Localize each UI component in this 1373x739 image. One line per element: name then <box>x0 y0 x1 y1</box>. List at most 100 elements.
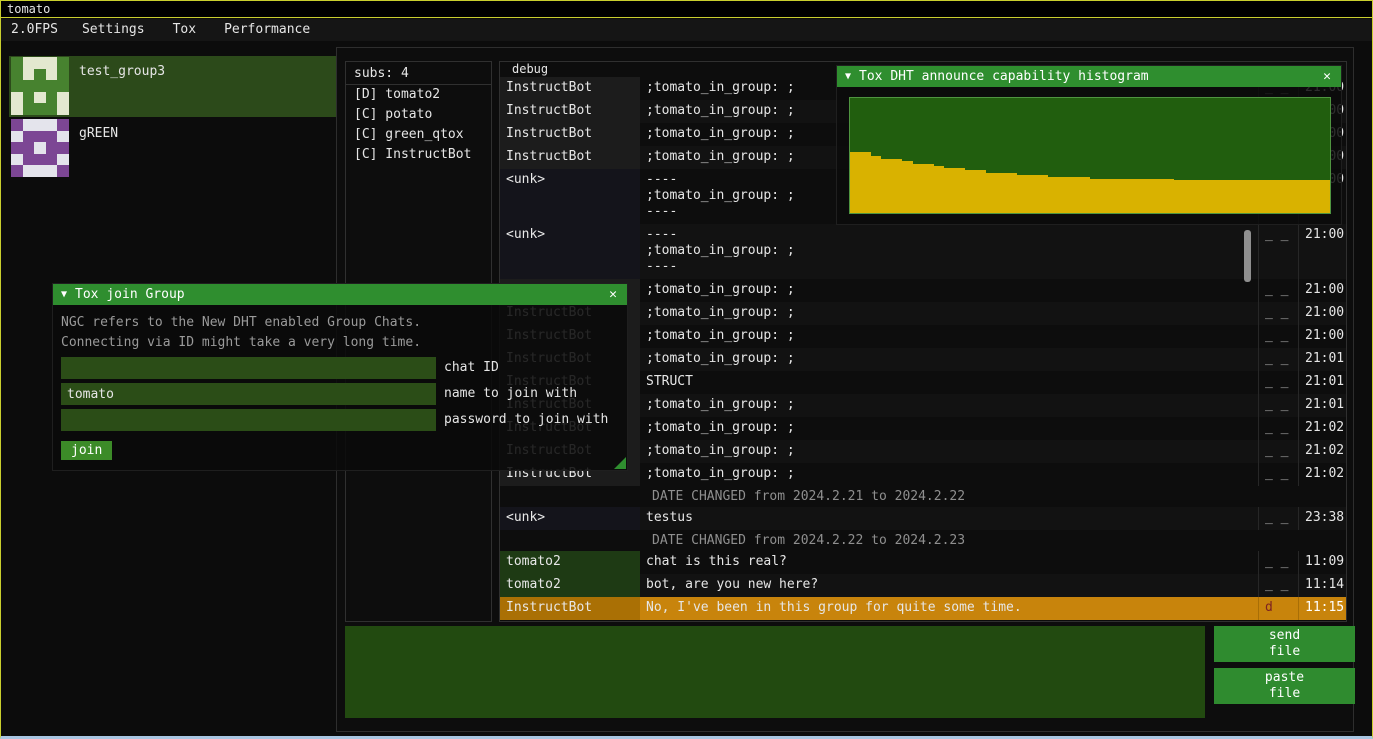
chat-message-text: testus <box>640 507 1258 530</box>
chat-message-text: STRUCT <box>640 371 1258 394</box>
chat-author: InstructBot <box>500 100 640 123</box>
chat-message-text: chat is this real? <box>640 551 1258 574</box>
chat-flags: _ _ <box>1258 417 1298 440</box>
join-group-window: ▼ Tox join Group ✕ NGC refers to the New… <box>52 283 628 471</box>
chat-timestamp: 21:02 <box>1298 417 1346 440</box>
subs-header: subs: 4 <box>346 62 491 85</box>
chat-id-input[interactable] <box>61 357 436 379</box>
histogram-bar <box>1111 179 1121 214</box>
histogram-bar <box>1007 173 1017 213</box>
menubar-items: SettingsToxPerformance <box>68 19 324 41</box>
histogram-bar <box>1121 179 1131 214</box>
histogram-bar <box>1090 179 1100 214</box>
chat-timestamp: 21:01 <box>1298 348 1346 371</box>
menu-item-performance[interactable]: Performance <box>210 19 324 41</box>
chat-author: tomato2 <box>500 551 640 574</box>
chat-timestamp: 21:00 <box>1298 325 1346 348</box>
histogram-bar <box>902 161 912 213</box>
histogram-bar <box>1153 179 1163 214</box>
chat-row[interactable]: <unk>----;tomato_in_group: ;----_ _21:00 <box>500 224 1346 279</box>
chat-row[interactable]: InstructBotNo, I've been in this group f… <box>500 597 1346 620</box>
chat-flags: _ _ <box>1258 371 1298 394</box>
chat-message-text: ;tomato_in_group: ; <box>640 463 1258 486</box>
histogram-bar <box>892 159 902 213</box>
chat-author: <unk> <box>500 169 640 224</box>
chat-author: InstructBot <box>500 77 640 100</box>
group-item-gREEN[interactable]: gREEN <box>9 118 337 179</box>
chat-flags: _ _ <box>1258 348 1298 371</box>
histogram-bar <box>1257 180 1267 213</box>
join-name-input[interactable] <box>61 383 436 405</box>
histogram-bar <box>1080 177 1090 213</box>
join-password-label: password to join with <box>444 409 608 431</box>
resize-grip[interactable] <box>614 457 626 469</box>
histogram-bar <box>1299 180 1309 213</box>
chat-flags: _ _ <box>1258 302 1298 325</box>
collapse-arrow-icon[interactable]: ▼ <box>61 289 67 300</box>
histogram-bar <box>1142 179 1152 214</box>
close-icon[interactable]: ✕ <box>1321 69 1333 84</box>
histogram-bar <box>986 173 996 213</box>
histogram-bar <box>1278 180 1288 213</box>
close-icon[interactable]: ✕ <box>607 287 619 302</box>
histogram-bar <box>934 166 944 213</box>
histogram-bar <box>1226 180 1236 213</box>
histogram-bar <box>954 168 964 213</box>
chat-message-text: ;tomato_in_group: ; <box>640 440 1258 463</box>
histogram-bar <box>1268 180 1278 213</box>
message-input[interactable] <box>345 626 1205 718</box>
chat-message-text: ;tomato_in_group: ; <box>640 279 1258 302</box>
composer <box>345 626 1205 718</box>
histogram-bar <box>1174 180 1184 213</box>
subs-item[interactable]: [C] potato <box>346 105 491 125</box>
chat-timestamp: 23:38 <box>1298 507 1346 530</box>
chat-flags: _ _ <box>1258 507 1298 530</box>
chat-timestamp: 21:02 <box>1298 440 1346 463</box>
subs-item[interactable]: [C] green_qtox <box>346 125 491 145</box>
chat-row[interactable]: tomato2chat is this real?_ _11:09 <box>500 551 1346 574</box>
histogram-bar <box>1320 180 1330 213</box>
join-group-titlebar[interactable]: ▼ Tox join Group ✕ <box>53 284 627 305</box>
fps-counter: 2.0FPS <box>1 19 68 41</box>
dht-histogram-titlebar[interactable]: ▼ Tox DHT announce capability histogram … <box>837 66 1341 87</box>
histogram-bar <box>1027 175 1037 213</box>
chat-message-text: ;tomato_in_group: ; <box>640 348 1258 371</box>
menu-item-settings[interactable]: Settings <box>68 19 159 41</box>
chat-system-row: DATE CHANGED from 2024.2.22 to 2024.2.23 <box>500 530 1346 551</box>
send-file-button[interactable]: send file <box>1214 626 1355 662</box>
menu-item-tox[interactable]: Tox <box>159 19 210 41</box>
histogram-bar <box>913 164 923 213</box>
chat-message-text: ;tomato_in_group: ; <box>640 417 1258 440</box>
histogram-bar <box>996 173 1006 213</box>
histogram-bar <box>1215 180 1225 213</box>
histogram-bar <box>1194 180 1204 213</box>
subs-item[interactable]: [C] InstructBot <box>346 145 491 165</box>
join-password-input[interactable] <box>61 409 436 431</box>
chat-row[interactable]: tomato2bot, are you new here?_ _11:14 <box>500 574 1346 597</box>
chat-flags: _ _ <box>1258 440 1298 463</box>
chat-message-text: ;tomato_in_group: ; <box>640 394 1258 417</box>
subs-list: [D] tomato2[C] potato[C] green_qtox[C] I… <box>346 85 491 165</box>
dht-histogram-window: ▼ Tox DHT announce capability histogram … <box>836 65 1342 225</box>
chat-timestamp: 11:15 <box>1298 597 1346 620</box>
collapse-arrow-icon[interactable]: ▼ <box>845 71 851 82</box>
group-item-test_group3[interactable]: test_group3 <box>9 56 337 117</box>
histogram-bar <box>1101 179 1111 214</box>
chat-scrollbar-thumb[interactable] <box>1244 230 1251 282</box>
join-name-label: name to join with <box>444 383 577 405</box>
chat-id-label: chat ID <box>444 357 499 379</box>
chat-row[interactable]: <unk>testus_ _23:38 <box>500 507 1346 530</box>
histogram-bar <box>944 168 954 213</box>
paste-file-button[interactable]: paste file <box>1214 668 1355 704</box>
histogram-bar <box>881 159 891 213</box>
chat-author: InstructBot <box>500 146 640 169</box>
chat-timestamp: 21:00 <box>1298 224 1346 279</box>
histogram-bar <box>1309 180 1319 213</box>
histogram-bar <box>871 156 881 214</box>
histogram-bar <box>850 152 860 213</box>
group-avatar <box>11 119 69 177</box>
subs-item[interactable]: [D] tomato2 <box>346 85 491 105</box>
group-label: gREEN <box>79 126 118 178</box>
join-button[interactable]: join <box>61 441 112 460</box>
chat-author: tomato2 <box>500 574 640 597</box>
